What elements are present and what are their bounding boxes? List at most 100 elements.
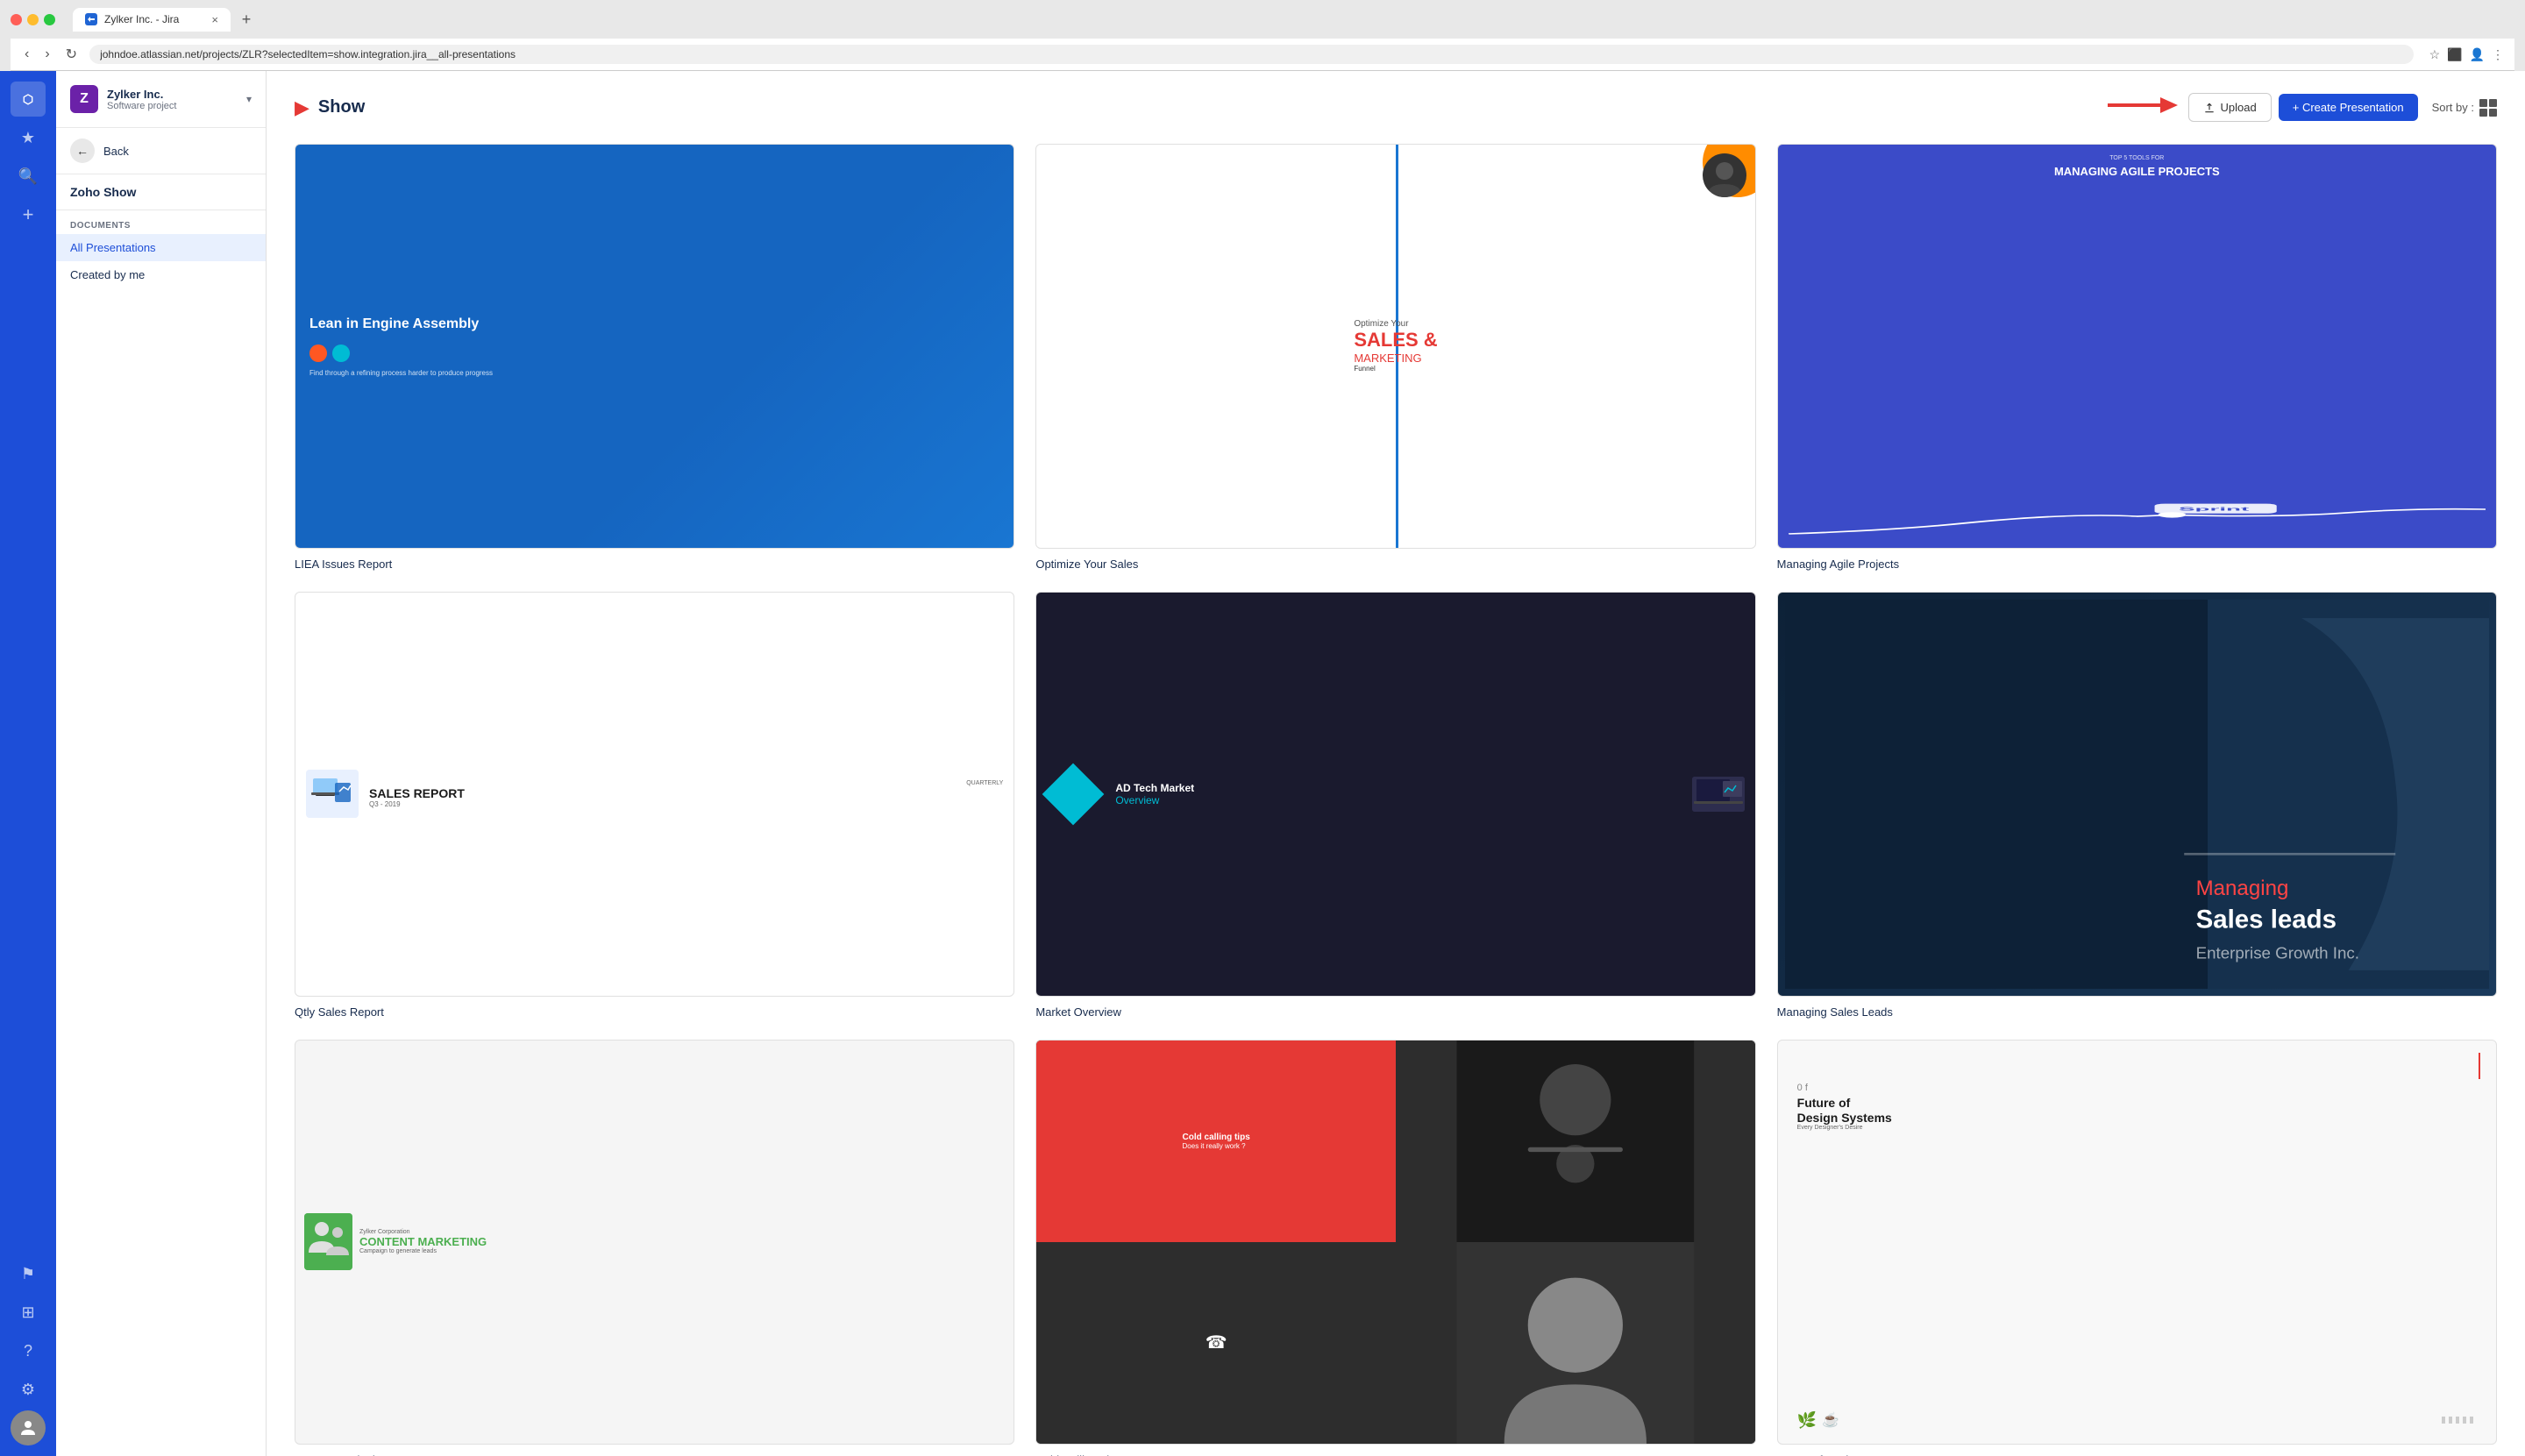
agile-top-text: TOP 5 TOOLS FOR xyxy=(1789,155,2486,161)
presentation-card-cold-calling[interactable]: Cold calling tips Does it really work ? xyxy=(1035,1040,1755,1456)
qtly-sales-report-label: SALES REPORT xyxy=(369,786,1003,800)
optimize-text: Optimize Your xyxy=(1354,319,1437,329)
ad-tech-text: AD Tech Market xyxy=(1115,782,1194,794)
sidebar-project-header: Z Zylker Inc. Software project ▾ xyxy=(56,71,266,128)
design-systems-text: Design Systems xyxy=(1797,1111,2477,1125)
rail-plus-icon[interactable]: + xyxy=(11,197,46,232)
tab-bar: Zylker Inc. - Jira × + xyxy=(73,7,259,32)
design-future-text: Future of xyxy=(1797,1095,2477,1111)
sidebar: Z Zylker Inc. Software project ▾ ← Back … xyxy=(56,71,267,1456)
show-logo: ▶ Show xyxy=(295,96,365,119)
cold-text-area: Cold calling tips Does it really work ? xyxy=(1183,1133,1250,1150)
documents-section-label: DOCUMENTS xyxy=(56,210,266,234)
card-title-qtly-sales: Qtly Sales Report xyxy=(295,1005,1014,1019)
cold-title-text: Cold calling tips xyxy=(1183,1133,1250,1142)
sales-text: SALES & xyxy=(1354,329,1437,352)
app-layout: ⬡ ★ 🔍 + ⚑ ⊞ ? ⚙ Z Zylker Inc. Software p… xyxy=(0,71,2525,1456)
chevron-down-icon[interactable]: ▾ xyxy=(246,93,252,105)
content-company-label: Zylker Corporation xyxy=(359,1229,1005,1235)
card-title-managing-sales-leads: Managing Sales Leads xyxy=(1777,1005,2497,1019)
market-laptop-image xyxy=(1692,777,1745,812)
rail-flag-icon[interactable]: ⚑ xyxy=(11,1256,46,1291)
market-diamond xyxy=(1042,764,1105,826)
sort-grid-icon[interactable] xyxy=(2479,99,2497,117)
card-thumbnail-qtly-sales: QUARTERLY SALES REPORT Q3 - 2019 xyxy=(295,592,1014,997)
qtly-right-text: QUARTERLY SALES REPORT Q3 - 2019 xyxy=(369,780,1003,808)
presentation-card-managing-sales-leads[interactable]: Managing Sales leads Enterprise Growth I… xyxy=(1777,592,2497,1019)
active-tab[interactable]: Zylker Inc. - Jira × xyxy=(73,8,231,32)
content-campaign-label: Campaign to generate leads xyxy=(359,1248,1005,1254)
card-thumbnail-content-marketing: Zylker Corporation CONTENT MARKETING Cam… xyxy=(295,1040,1014,1445)
project-info: Zylker Inc. Software project xyxy=(107,88,238,111)
content-people-image xyxy=(304,1213,352,1270)
red-arrow-indicator xyxy=(2108,92,2178,123)
profile-icon[interactable]: 👤 xyxy=(2470,47,2485,62)
card-title-optimize-sales: Optimize Your Sales xyxy=(1035,558,1755,571)
forward-navigation-button[interactable]: › xyxy=(41,45,53,64)
project-type: Software project xyxy=(107,101,238,111)
menu-icon[interactable]: ⋮ xyxy=(2492,47,2504,62)
presentation-card-market-overview[interactable]: AD Tech Market Overview Market Overvi xyxy=(1035,592,1755,1019)
card-thumbnail-cold-calling: Cold calling tips Does it really work ? xyxy=(1035,1040,1755,1445)
refresh-button[interactable]: ↻ xyxy=(62,44,81,65)
sort-by-control[interactable]: Sort by : xyxy=(2432,99,2497,117)
tab-title: Zylker Inc. - Jira xyxy=(104,13,179,25)
rail-star-icon[interactable]: ★ xyxy=(11,120,46,155)
upload-label: Upload xyxy=(2221,101,2257,114)
tab-close-button[interactable]: × xyxy=(211,13,218,26)
back-navigation-button[interactable]: ‹ xyxy=(21,45,32,64)
presentation-card-design-systems[interactable]: 0 f Future of Design Systems Every Desig… xyxy=(1777,1040,2497,1456)
card-thumbnail-agile: TOP 5 TOOLS FOR MANAGING AGILE PROJECTS … xyxy=(1777,144,2497,549)
card-thumbnail-market-overview: AD Tech Market Overview xyxy=(1035,592,1755,997)
main-content: ▶ Show Upload + Create Presentation Sort… xyxy=(267,71,2525,1456)
content-marketing-label: CONTENT MARKETING xyxy=(359,1235,1005,1248)
sidebar-item-all-presentations[interactable]: All Presentations xyxy=(56,234,266,261)
create-label: + Create Presentation xyxy=(2293,101,2404,114)
qtly-date-label: Q3 - 2019 xyxy=(369,800,1003,808)
extension-icon[interactable]: ⬛ xyxy=(2447,47,2462,62)
sidebar-back-button[interactable]: ← Back xyxy=(56,128,266,174)
cold-dark-cell-2 xyxy=(1396,1242,1755,1444)
card-thumbnail-optimize-sales: Optimize Your SALES & MARKETING Funnel xyxy=(1035,144,1755,549)
cold-sub-text: Does it really work ? xyxy=(1183,1142,1250,1150)
card-thumbnail-liea: Lean in Engine Assembly Find through a r… xyxy=(295,144,1014,549)
rail-help-icon[interactable]: ? xyxy=(11,1333,46,1368)
cold-dark-cell-1 xyxy=(1396,1041,1755,1242)
content-right-text: Zylker Corporation CONTENT MARKETING Cam… xyxy=(359,1229,1005,1254)
design-tagline-text: Every Designer's Desire xyxy=(1797,1125,2477,1131)
close-window-button[interactable] xyxy=(11,14,22,25)
url-input[interactable] xyxy=(89,45,2414,64)
project-name: Zylker Inc. xyxy=(107,88,238,101)
sidebar-app-title: Zoho Show xyxy=(56,174,266,210)
presentation-card-optimize-sales[interactable]: Optimize Your SALES & MARKETING Funnel O… xyxy=(1035,144,1755,571)
overview-text: Overview xyxy=(1115,794,1194,806)
rail-grid-icon[interactable]: ⊞ xyxy=(11,1295,46,1330)
market-text-area: AD Tech Market Overview xyxy=(1115,782,1194,806)
create-presentation-button[interactable]: + Create Presentation xyxy=(2279,94,2418,121)
user-avatar[interactable] xyxy=(11,1410,46,1445)
marketing-text: MARKETING xyxy=(1354,352,1437,365)
address-bar-icons: ☆ ⬛ 👤 ⋮ xyxy=(2429,47,2504,62)
plant-icon: 🌿 xyxy=(1797,1411,1817,1430)
presentation-card-qtly-sales[interactable]: QUARTERLY SALES REPORT Q3 - 2019 Qtly Sa… xyxy=(295,592,1014,1019)
svg-text:Sprint: Sprint xyxy=(2179,507,2250,512)
sidebar-item-created-by-me[interactable]: Created by me xyxy=(56,261,266,288)
rail-search-icon[interactable]: 🔍 xyxy=(11,159,46,194)
presentation-card-content-marketing[interactable]: Zylker Corporation CONTENT MARKETING Cam… xyxy=(295,1040,1014,1456)
rail-settings-icon[interactable]: ⚙ xyxy=(11,1372,46,1407)
rail-logo-icon[interactable]: ⬡ xyxy=(11,82,46,117)
new-tab-button[interactable]: + xyxy=(234,7,259,32)
presentation-card-liea[interactable]: Lean in Engine Assembly Find through a r… xyxy=(295,144,1014,571)
browser-chrome: Zylker Inc. - Jira × + ‹ › ↻ ☆ ⬛ 👤 ⋮ xyxy=(0,0,2525,71)
card-thumbnail-design-systems: 0 f Future of Design Systems Every Desig… xyxy=(1777,1040,2497,1445)
minimize-window-button[interactable] xyxy=(27,14,39,25)
address-bar: ‹ › ↻ ☆ ⬛ 👤 ⋮ xyxy=(11,39,2514,71)
presentation-card-agile[interactable]: TOP 5 TOOLS FOR MANAGING AGILE PROJECTS … xyxy=(1777,144,2497,571)
bookmark-icon[interactable]: ☆ xyxy=(2429,47,2441,62)
presentations-grid: Lean in Engine Assembly Find through a r… xyxy=(295,144,2497,1456)
maximize-window-button[interactable] xyxy=(44,14,55,25)
upload-button[interactable]: Upload xyxy=(2188,93,2272,122)
design-barcode xyxy=(2442,1417,2477,1424)
card-thumbnail-managing-sales-leads: Managing Sales leads Enterprise Growth I… xyxy=(1777,592,2497,997)
design-top-row xyxy=(1787,1049,2487,1079)
